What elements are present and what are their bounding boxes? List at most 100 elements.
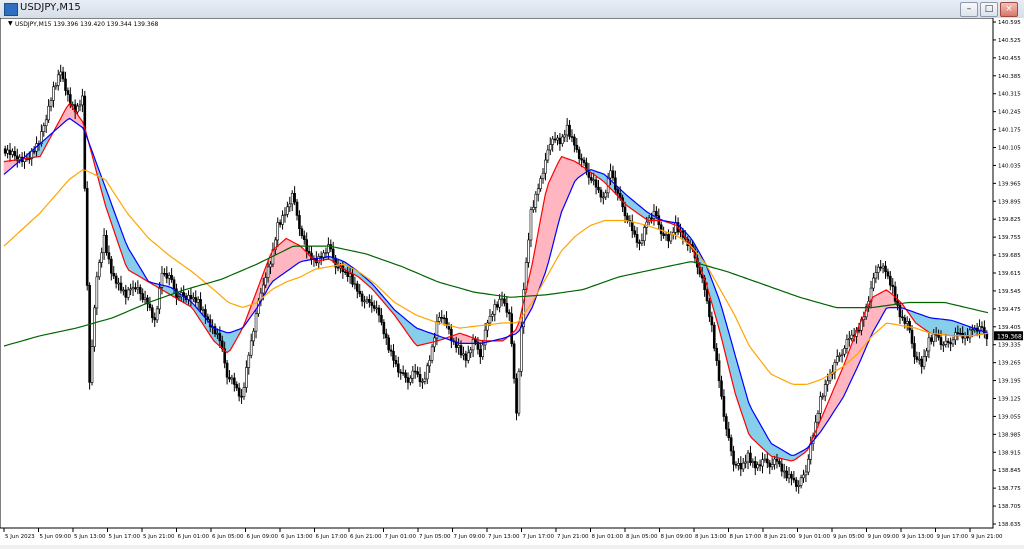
price-chart[interactable]: 140.595 140.525 140.455 140.385 140.315 140.2… bbox=[0, 17, 1024, 545]
candle-body bbox=[729, 437, 733, 452]
candle-body bbox=[283, 214, 287, 216]
candle-body bbox=[194, 297, 198, 303]
candle-body bbox=[840, 353, 844, 356]
candle-body bbox=[163, 272, 166, 275]
symbol-line: USDJPY,M15 139.396 139.420 139.344 139.3… bbox=[15, 21, 159, 28]
candle-body bbox=[551, 138, 554, 145]
candle-body bbox=[360, 293, 364, 302]
candle-body bbox=[343, 271, 347, 274]
time-tick-label: 8 Jun 21:00 bbox=[764, 534, 796, 540]
candle-body bbox=[71, 104, 75, 106]
candle-body bbox=[81, 95, 84, 106]
cloud-segment bbox=[275, 243, 280, 280]
candle-body bbox=[913, 343, 916, 358]
candle-body bbox=[717, 360, 721, 382]
time-tick-label: 5 Jun 17:00 bbox=[109, 534, 141, 540]
candle-body bbox=[761, 459, 764, 467]
candle-body bbox=[286, 206, 289, 215]
candle-body bbox=[708, 300, 711, 318]
candle-body bbox=[469, 349, 472, 354]
candle-body bbox=[131, 287, 135, 290]
candle-body bbox=[351, 273, 354, 285]
candle-body bbox=[570, 136, 574, 138]
candle-body bbox=[488, 315, 492, 324]
candle-body bbox=[548, 144, 552, 151]
price-tick-label: 138.775 bbox=[998, 486, 1021, 492]
candle-body bbox=[155, 308, 159, 321]
cloud-segment bbox=[948, 319, 953, 337]
cloud-segment bbox=[945, 319, 949, 336]
candle-body bbox=[466, 352, 470, 361]
candle-body bbox=[266, 266, 270, 278]
candle-body bbox=[563, 134, 567, 138]
time-tick-label: 7 Jun 05:00 bbox=[419, 534, 451, 540]
candle-body bbox=[242, 387, 246, 398]
candle-body bbox=[481, 344, 485, 358]
candle-body bbox=[401, 372, 405, 374]
candle-body bbox=[151, 307, 154, 318]
candle-body bbox=[517, 371, 521, 414]
candle-body bbox=[356, 283, 359, 292]
price-tick-label: 140.315 bbox=[998, 92, 1021, 98]
cloud-segment bbox=[426, 331, 431, 344]
candle-body bbox=[515, 378, 518, 414]
time-tick-label: 5 Jun 2023 bbox=[5, 534, 35, 540]
candle-body bbox=[498, 298, 501, 308]
price-tick-label: 138.915 bbox=[998, 450, 1021, 456]
candle-body bbox=[556, 137, 559, 141]
minimize-button[interactable]: – bbox=[960, 2, 978, 17]
candle-body bbox=[790, 473, 793, 479]
candle-body bbox=[782, 470, 786, 473]
candle-body bbox=[406, 377, 410, 383]
maximize-button[interactable]: □ bbox=[980, 2, 998, 17]
candle-body bbox=[956, 332, 960, 334]
price-tick-label: 139.685 bbox=[998, 253, 1021, 259]
candle-body bbox=[604, 192, 608, 198]
candle-body bbox=[561, 136, 564, 144]
candle-body bbox=[428, 360, 431, 367]
candle-body bbox=[336, 266, 340, 269]
candle-body bbox=[353, 283, 357, 286]
candle-body bbox=[816, 412, 820, 423]
candle-body bbox=[633, 230, 636, 235]
candle-body bbox=[56, 74, 60, 86]
candle-body bbox=[917, 358, 921, 361]
candle-body bbox=[568, 124, 571, 137]
candle-body bbox=[409, 377, 412, 383]
cloud-segment bbox=[226, 332, 231, 354]
plot-frame bbox=[0, 17, 994, 529]
price-tick-label: 139.335 bbox=[998, 343, 1021, 349]
candle-body bbox=[881, 265, 885, 269]
chart-area[interactable]: 140.595 140.525 140.455 140.385 140.315 140.2… bbox=[0, 17, 1024, 545]
price-axis: 140.595 140.525 140.455 140.385 140.315 140.2… bbox=[993, 20, 1021, 528]
cloud-segment bbox=[285, 238, 290, 273]
candle-body bbox=[42, 125, 46, 132]
candle-body bbox=[797, 485, 800, 487]
candle-body bbox=[544, 159, 547, 174]
candle-body bbox=[66, 90, 70, 95]
candle-body bbox=[293, 193, 296, 203]
candle-body bbox=[662, 233, 665, 236]
candle-body bbox=[611, 170, 615, 179]
close-button[interactable]: × bbox=[1000, 2, 1018, 17]
price-tick-label: 138.635 bbox=[998, 522, 1021, 528]
candle-body bbox=[891, 284, 895, 287]
price-tick-label: 139.895 bbox=[998, 199, 1021, 205]
candle-body bbox=[780, 463, 784, 472]
candle-body bbox=[753, 461, 757, 469]
candle-body bbox=[216, 333, 219, 335]
candle-body bbox=[6, 149, 9, 154]
candle-body bbox=[471, 339, 475, 351]
candle-body bbox=[826, 380, 829, 385]
candle-body bbox=[722, 396, 726, 417]
candle-body bbox=[638, 242, 641, 244]
candle-body bbox=[237, 387, 241, 397]
candle-body bbox=[143, 297, 147, 300]
candle-body bbox=[370, 302, 374, 306]
candle-body bbox=[845, 339, 849, 349]
candle-body bbox=[758, 464, 762, 467]
candle-body bbox=[589, 177, 593, 181]
candle-body bbox=[512, 343, 516, 379]
candle-body bbox=[951, 339, 955, 345]
candle-body bbox=[652, 210, 656, 219]
